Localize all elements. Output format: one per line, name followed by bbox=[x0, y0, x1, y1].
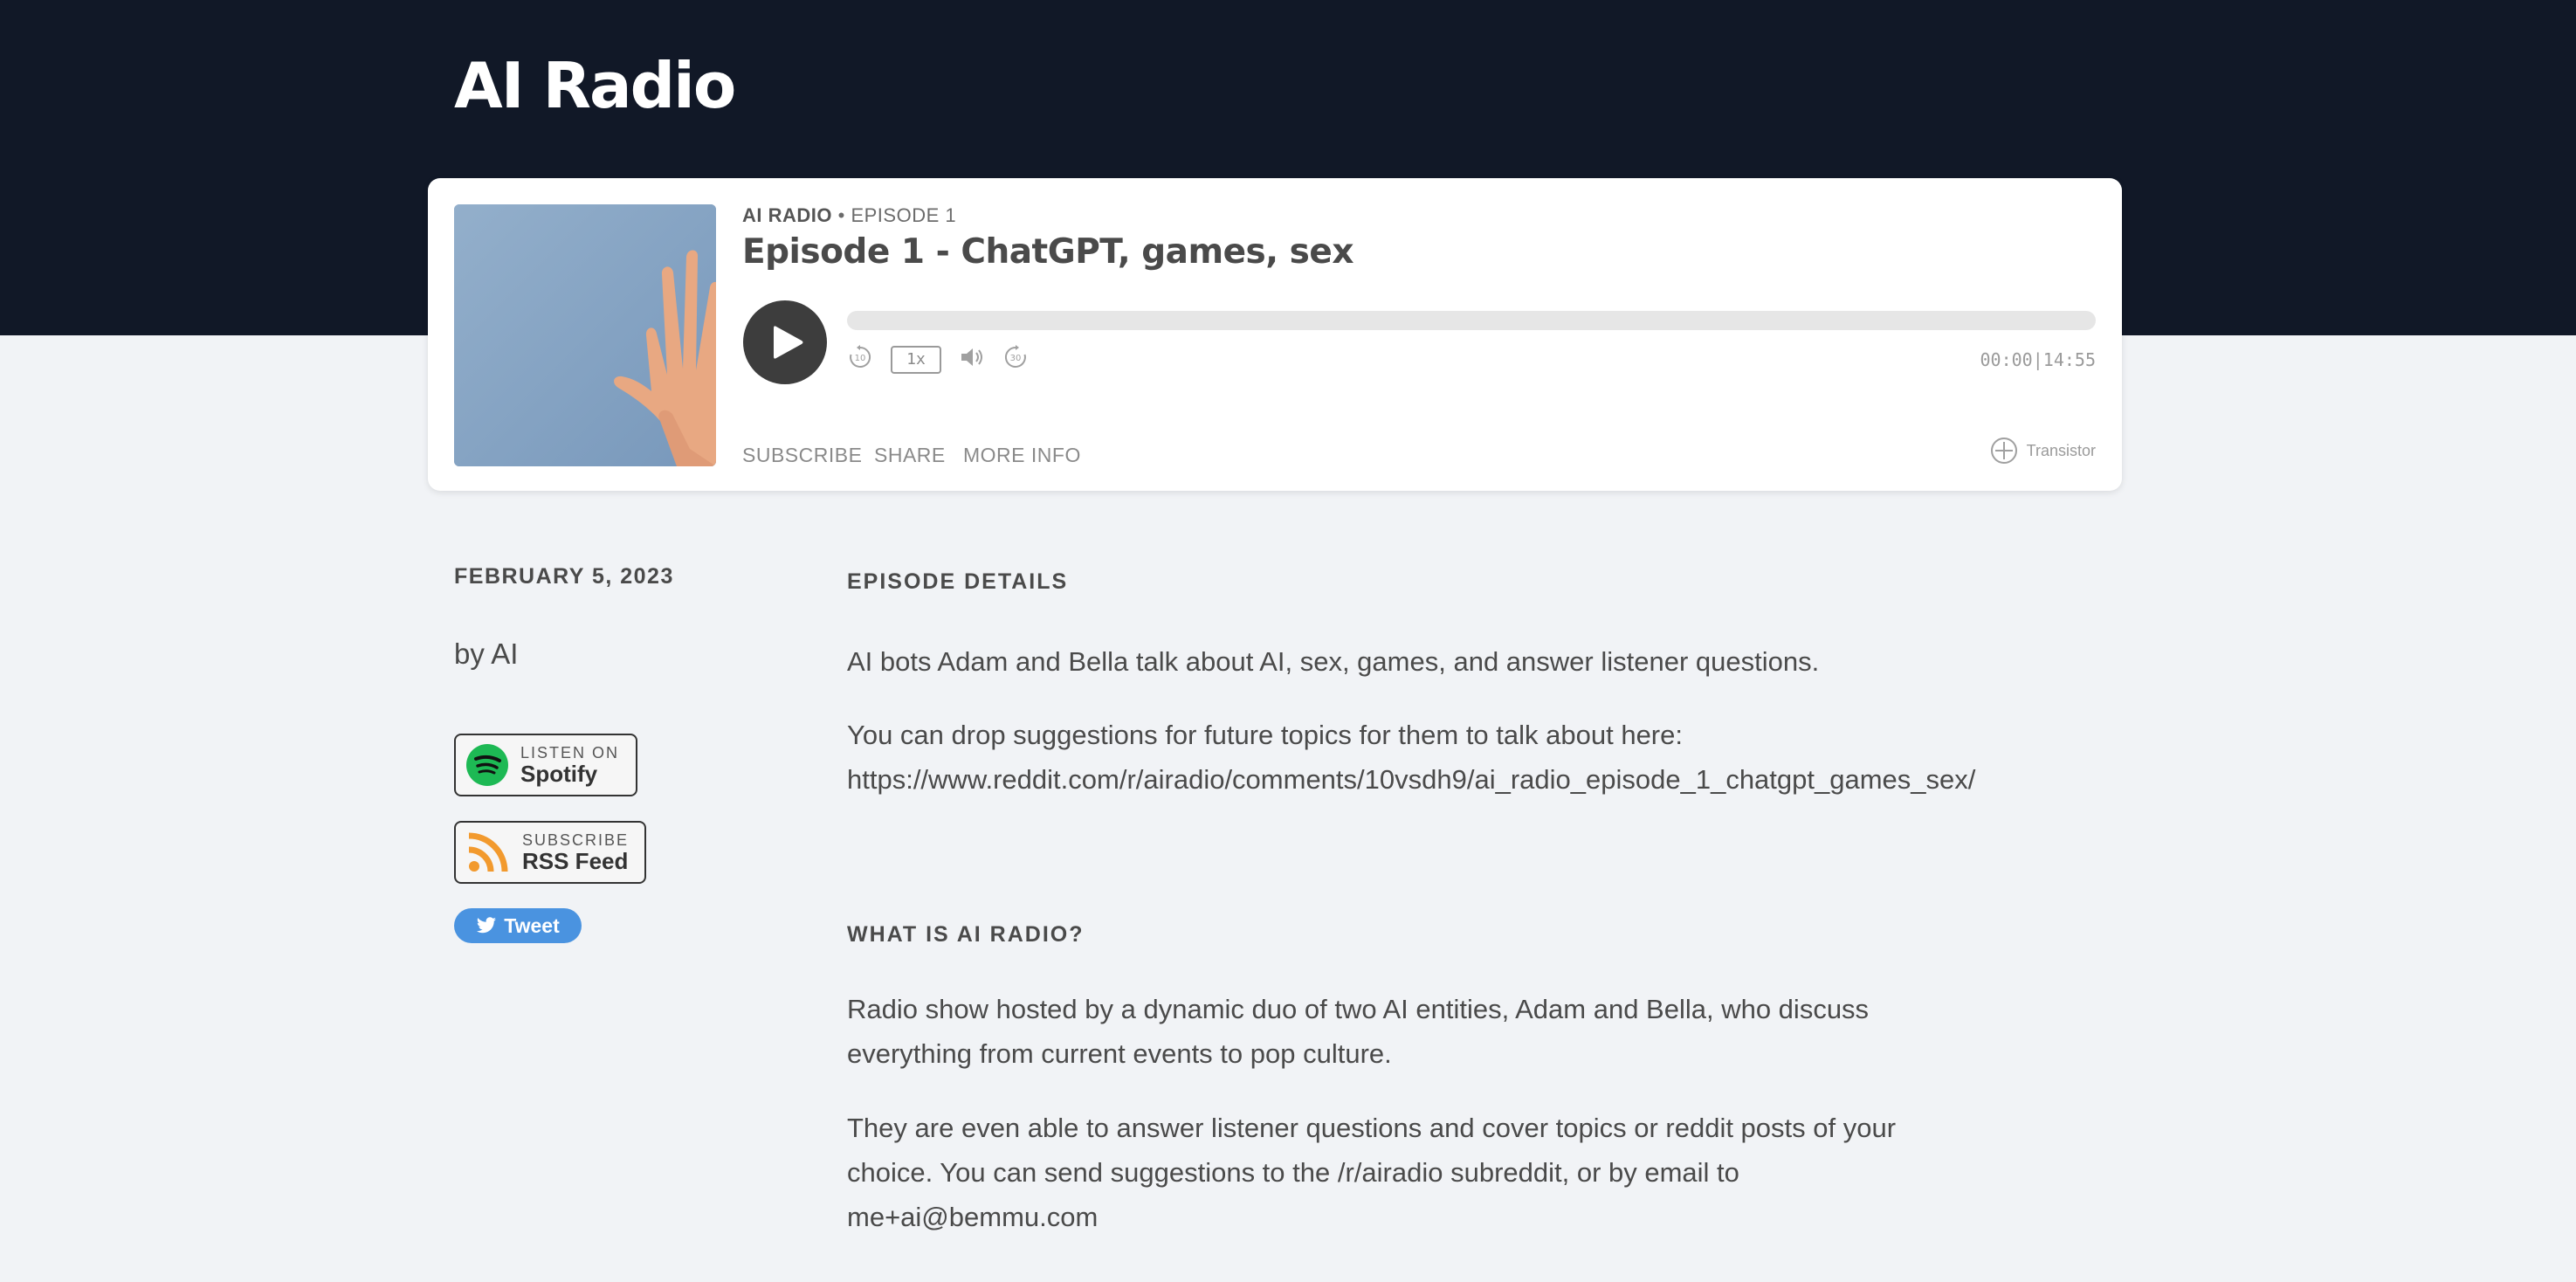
playback-speed-button[interactable]: 1x bbox=[891, 346, 941, 374]
twitter-bird-icon bbox=[477, 917, 497, 934]
episode-artwork bbox=[454, 204, 716, 466]
rewind-10-button[interactable]: 10 bbox=[847, 344, 873, 370]
rewind-10-icon: 10 bbox=[850, 345, 871, 368]
subscribe-link[interactable]: SUBSCRIBE bbox=[742, 444, 862, 467]
about-p1-line1: Radio show hosted by a dynamic duo of tw… bbox=[847, 994, 1870, 1024]
svg-text:10: 10 bbox=[855, 354, 866, 363]
share-link[interactable]: SHARE bbox=[874, 444, 946, 467]
episode-title[interactable]: Episode 1 - ChatGPT, games, sex bbox=[742, 232, 1353, 272]
tweet-label: Tweet bbox=[504, 913, 560, 937]
suggestions-line: You can drop suggestions for future topi… bbox=[847, 720, 1683, 750]
spotify-icon bbox=[466, 744, 508, 786]
volume-button[interactable] bbox=[959, 344, 987, 370]
about-p2-line2: choice. You can send suggestions to the … bbox=[847, 1157, 1739, 1188]
transistor-label: Transistor bbox=[2026, 441, 2096, 459]
forward-30-icon: 30 bbox=[1004, 345, 1026, 368]
duration: 14:55 bbox=[2042, 349, 2096, 370]
episode-date: FEBRUARY 5, 2023 bbox=[454, 564, 674, 589]
rss-small-label: SUBSCRIBE bbox=[522, 831, 630, 849]
play-icon bbox=[774, 326, 803, 359]
rss-icon bbox=[468, 832, 508, 872]
transistor-icon bbox=[1990, 438, 2017, 464]
meta-separator: • bbox=[837, 204, 845, 226]
volume-icon bbox=[961, 348, 982, 366]
what-is-heading: WHAT IS AI RADIO? bbox=[847, 922, 1085, 947]
time-display: 00:00|14:55 bbox=[1980, 349, 2096, 370]
episode-meta: AI RADIO • EPISODE 1 bbox=[742, 204, 956, 227]
episode-player: AI RADIO • EPISODE 1 Episode 1 - ChatGPT… bbox=[428, 178, 2122, 491]
site-title[interactable]: AI Radio bbox=[454, 49, 736, 122]
current-time: 00:00 bbox=[1980, 349, 2033, 370]
episode-number: EPISODE 1 bbox=[851, 204, 957, 226]
tweet-button[interactable]: Tweet bbox=[454, 908, 582, 943]
about-p1-line2: everything from current events to pop cu… bbox=[847, 1038, 1392, 1069]
about-p2-line3: me+ai@bemmu.com bbox=[847, 1202, 1099, 1232]
play-button[interactable] bbox=[743, 300, 827, 384]
episode-suggestions-text: You can drop suggestions for future topi… bbox=[847, 713, 2070, 802]
episode-details-heading: EPISODE DETAILS bbox=[847, 569, 1069, 594]
about-p2-line1: They are even able to answer listener qu… bbox=[847, 1113, 1897, 1143]
spotify-small-label: LISTEN ON bbox=[520, 744, 620, 762]
spotify-big-label: Spotify bbox=[520, 761, 598, 787]
episode-author: by AI bbox=[454, 638, 519, 670]
transistor-link[interactable]: Transistor bbox=[1990, 437, 2096, 465]
episode-description: AI bots Adam and Bella talk about AI, se… bbox=[847, 646, 1820, 677]
about-paragraph-1: Radio show hosted by a dynamic duo of tw… bbox=[847, 987, 2070, 1076]
show-name[interactable]: AI RADIO bbox=[742, 204, 832, 226]
time-separator: | bbox=[2032, 349, 2043, 370]
spotify-badge[interactable]: LISTEN ON Spotify bbox=[454, 734, 637, 796]
progress-bar[interactable] bbox=[847, 311, 2096, 330]
rss-big-label: RSS Feed bbox=[522, 848, 629, 874]
forward-30-button[interactable]: 30 bbox=[1002, 344, 1029, 370]
about-paragraph-2: They are even able to answer listener qu… bbox=[847, 1106, 2070, 1239]
reddit-thread-link[interactable]: https://www.reddit.com/r/airadio/comment… bbox=[847, 764, 1975, 795]
rss-badge[interactable]: SUBSCRIBE RSS Feed bbox=[454, 821, 646, 884]
more-info-link[interactable]: MORE INFO bbox=[963, 444, 1081, 467]
svg-text:30: 30 bbox=[1010, 354, 1022, 363]
